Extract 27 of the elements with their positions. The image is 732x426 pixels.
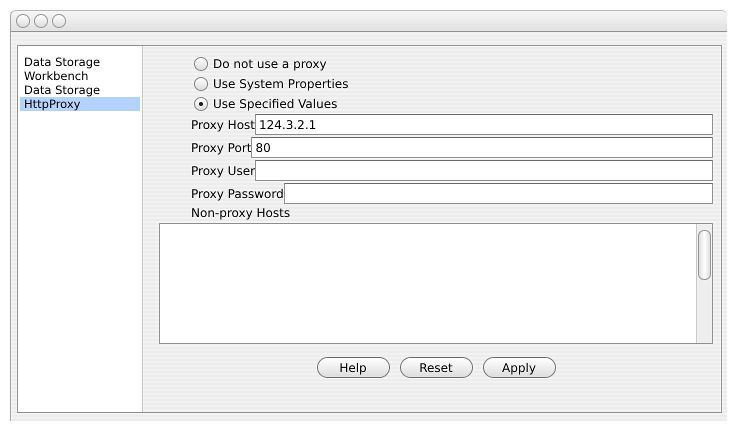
action-button[interactable]: Apply (482, 357, 556, 378)
action-button[interactable]: Help (316, 357, 390, 378)
sidebar-item[interactable]: Data Storage (20, 55, 140, 69)
window-control-icon[interactable] (34, 14, 48, 28)
input-field[interactable] (255, 160, 713, 181)
sidebar-item[interactable]: Data Storage (20, 83, 140, 97)
input-field[interactable]: 80 (251, 137, 713, 158)
field-label: Non-proxy Hosts (191, 206, 290, 220)
scroll-bar[interactable] (696, 224, 712, 343)
radio-label: Use System Properties (213, 77, 348, 91)
window-control-icon[interactable] (16, 14, 30, 28)
field-label: Proxy Password (191, 186, 284, 200)
radio-button[interactable] (194, 97, 208, 111)
radio-button[interactable] (194, 57, 208, 71)
radio-button[interactable] (194, 77, 208, 91)
sidebar-item[interactable]: Workbench (20, 69, 140, 83)
input-field[interactable] (284, 183, 713, 204)
field-label: Proxy User (191, 164, 256, 178)
field-label: Proxy Port (191, 140, 252, 154)
action-button[interactable]: Reset (400, 357, 472, 378)
field-label: Proxy Host (191, 118, 256, 132)
input-field[interactable]: 124.3.2.1 (255, 114, 713, 135)
radio-label: Use Specified Values (213, 97, 338, 111)
radio-label: Do not use a proxy (213, 57, 327, 71)
sidebar-item[interactable]: HttpProxy (20, 97, 140, 111)
window-control-icon[interactable] (52, 14, 66, 28)
text-area[interactable] (159, 223, 713, 344)
